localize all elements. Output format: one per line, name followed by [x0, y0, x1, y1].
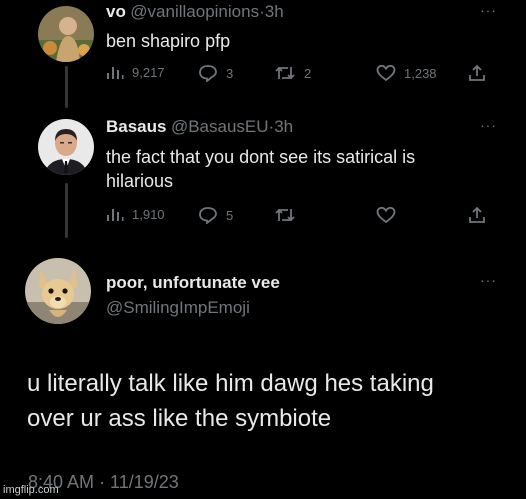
- avatar-basaus[interactable]: [38, 119, 94, 175]
- tweet-1-text: ben shapiro pfp: [106, 31, 231, 51]
- main-display-name[interactable]: poor, unfortunate vee: [106, 273, 280, 293]
- tweet-1-handle[interactable]: @vanillaopinions: [130, 2, 259, 21]
- views-icon: [107, 67, 124, 79]
- tweet-1-reply-count: 3: [226, 65, 234, 81]
- reply-icon: [199, 65, 217, 82]
- tweet-1-more-button[interactable]: ···: [480, 2, 497, 18]
- tweet-2-header: Basaus @BasausEU·3h: [106, 117, 293, 137]
- avatar-basaus-image: [38, 119, 94, 175]
- tweet-2-text: the fact that you dont see its satirical…: [106, 145, 415, 193]
- thread-line-2: [65, 183, 68, 238]
- tweet-1-display-name[interactable]: vo: [106, 2, 126, 21]
- avatar-vo-image: [38, 6, 94, 62]
- tweet-2-display-name[interactable]: Basaus: [106, 117, 166, 136]
- views-icon: [107, 209, 124, 221]
- imgflip-watermark: imgflip.com: [3, 484, 59, 496]
- tweet-2-text-line-2: hilarious: [106, 171, 174, 191]
- tweet-2-reply-count: 5: [226, 207, 234, 223]
- tweet-2-actions: 1,910 5: [106, 206, 496, 228]
- main-more-button[interactable]: ···: [480, 272, 497, 288]
- tweet-1-retweet[interactable]: 2: [274, 64, 311, 82]
- avatar-vo[interactable]: [38, 6, 94, 62]
- tweet-2-like[interactable]: [376, 206, 404, 224]
- tweet-1-time[interactable]: 3h: [265, 2, 284, 21]
- tweet-2-time[interactable]: 3h: [274, 117, 293, 136]
- tweet-2-reply[interactable]: 5: [198, 206, 233, 224]
- tweet-2-views-count: 1,910: [132, 206, 165, 222]
- tweet-1-views-count: 9,217: [132, 64, 165, 80]
- tweet-2-more-button[interactable]: ···: [480, 117, 497, 133]
- main-handle[interactable]: @SmilingImpEmoji: [106, 298, 250, 318]
- tweet-1-actions: 9,217 3 2 1,238: [106, 64, 496, 86]
- main-text-line-1: u literally talk like him dawg hes takin…: [27, 370, 434, 397]
- main-text-line-2: over ur ass like the symbiote: [27, 405, 332, 432]
- tweet-1-like-count: 1,238: [404, 65, 437, 81]
- tweet-1-views[interactable]: 9,217: [106, 64, 165, 80]
- tweet-2-retweet[interactable]: [274, 206, 304, 224]
- tweet-2-text-line-1: the fact that you dont see its satirical…: [106, 147, 416, 167]
- retweet-icon: [275, 66, 295, 80]
- avatar-vee[interactable]: [25, 258, 91, 324]
- retweet-icon: [275, 208, 295, 222]
- heart-icon: [376, 206, 396, 224]
- share-icon: [469, 64, 485, 81]
- tweet-1-reply[interactable]: 3: [198, 64, 233, 82]
- tweet-1-header: vo @vanillaopinions·3h: [106, 2, 284, 22]
- reply-icon: [199, 207, 217, 224]
- tweet-2-share[interactable]: [468, 206, 486, 224]
- tweet-2-handle[interactable]: @BasausEU: [171, 117, 269, 136]
- share-icon: [469, 206, 485, 223]
- thread-line-1: [65, 66, 68, 108]
- tweet-2-views[interactable]: 1,910: [106, 206, 165, 222]
- tweet-1-retweet-count: 2: [304, 65, 312, 81]
- avatar-vee-image: [25, 258, 91, 324]
- tweet-1-share[interactable]: [468, 64, 486, 82]
- tweet-1-like[interactable]: 1,238: [376, 64, 437, 82]
- heart-icon: [376, 64, 396, 82]
- main-text: u literally talk like him dawg hes takin…: [27, 366, 434, 436]
